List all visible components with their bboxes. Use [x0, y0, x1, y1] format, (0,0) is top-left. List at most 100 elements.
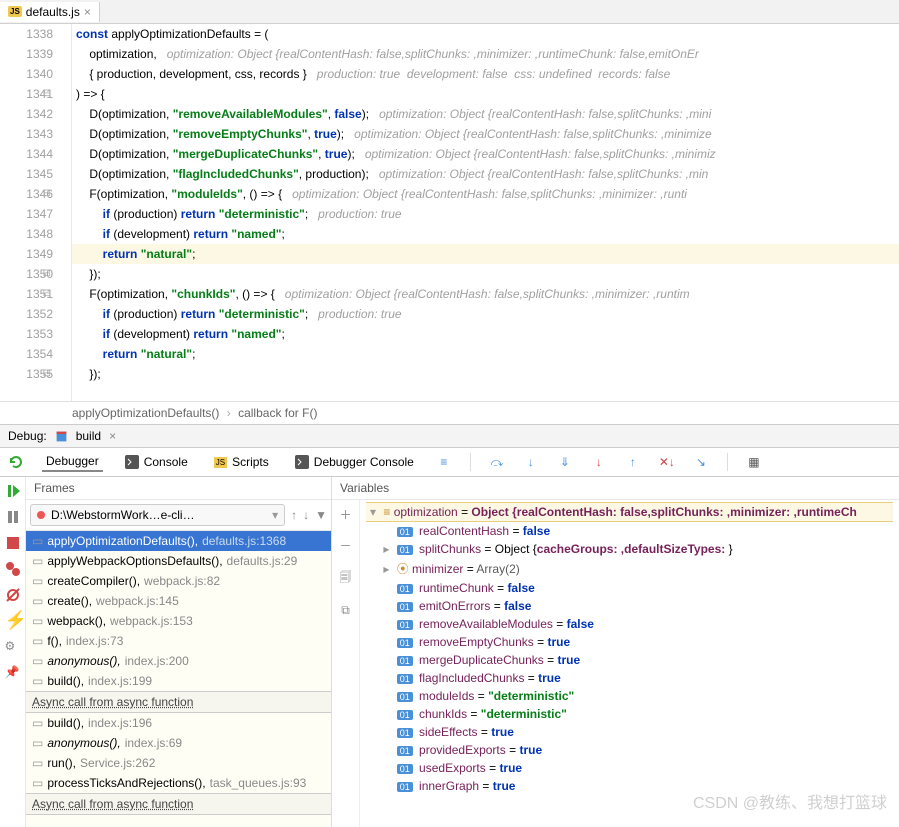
code-line[interactable]: D(optimization, "removeAvailableModules"… — [72, 104, 899, 124]
pause-on-exceptions-icon[interactable]: ⚡ — [5, 613, 21, 629]
smart-step-into-icon[interactable]: ↓ — [591, 454, 607, 470]
view-breakpoints-icon[interactable] — [5, 561, 21, 577]
code-line[interactable]: D(optimization, "mergeDuplicateChunks", … — [72, 144, 899, 164]
step-into-icon[interactable]: ↓ — [523, 454, 539, 470]
code-line[interactable]: if (development) return "named"; — [72, 324, 899, 344]
stop-icon[interactable] — [5, 535, 21, 551]
code-line[interactable]: if (production) return "deterministic"; … — [72, 304, 899, 324]
code-line[interactable]: D(optimization, "flagIncludedChunks", pr… — [72, 164, 899, 184]
fold-icon[interactable]: ⊟ — [43, 364, 51, 384]
breadcrumb[interactable]: applyOptimizationDefaults() › callback f… — [0, 401, 899, 425]
code-line[interactable]: return "natural"; — [72, 344, 899, 364]
run-to-cursor-icon[interactable]: ↘ — [693, 454, 709, 470]
variable-row[interactable]: ▸ 01 splitChunks = Object {cacheGroups: … — [366, 540, 893, 558]
stack-frame[interactable]: ▭anonymous(), index.js:200 — [26, 651, 331, 671]
step-over-icon[interactable]: ⤼ — [489, 454, 505, 470]
step-out-icon[interactable]: ↑ — [625, 454, 641, 470]
drop-frame-icon[interactable]: ✕↓ — [659, 454, 675, 470]
breadcrumb-a[interactable]: applyOptimizationDefaults() — [72, 406, 219, 420]
tab-scripts[interactable]: JS Scripts — [210, 453, 273, 471]
code-line[interactable]: ) => { — [72, 84, 899, 104]
add-watch-icon[interactable]: ＋ — [339, 506, 351, 523]
code-line[interactable]: F(optimization, "chunkIds", () => { opti… — [72, 284, 899, 304]
filter-icon[interactable]: ▼ — [315, 508, 327, 522]
remove-watch-icon[interactable]: － — [339, 537, 351, 554]
chevron-right-icon[interactable]: ▸ — [379, 542, 393, 556]
run-config-name[interactable]: build — [76, 429, 101, 443]
frames-list[interactable]: ▭applyOptimizationDefaults(), defaults.j… — [26, 531, 331, 827]
chevron-down-icon[interactable]: ▾ — [272, 508, 278, 522]
variable-row[interactable]: 01 removeEmptyChunks = true — [366, 633, 893, 651]
chevron-right-icon[interactable]: ▸ — [379, 562, 393, 576]
resume-icon[interactable] — [5, 483, 21, 499]
force-step-into-icon[interactable]: ⇓ — [557, 454, 573, 470]
variables-tree[interactable]: ▾ ≡ optimization = Object {realContentHa… — [360, 500, 899, 827]
code-line[interactable]: return "natural"; — [72, 244, 899, 264]
chevron-down-icon[interactable]: ▾ — [366, 505, 380, 519]
debug-label: Debug: — [8, 429, 47, 443]
copy-icon[interactable]: 🗐 — [340, 568, 352, 589]
variable-row[interactable]: 01 chunkIds = "deterministic" — [366, 705, 893, 723]
code-line[interactable]: if (production) return "deterministic"; … — [72, 204, 899, 224]
settings-icon[interactable]: ⚙ — [5, 639, 21, 655]
variable-row[interactable]: 01 sideEffects = true — [366, 723, 893, 741]
stack-frame[interactable]: ▭applyWebpackOptionsDefaults(), defaults… — [26, 551, 331, 571]
breadcrumb-b[interactable]: callback for F() — [238, 406, 317, 420]
variable-row[interactable]: 01 usedExports = true — [366, 759, 893, 777]
fold-icon[interactable]: ⊟ — [43, 184, 51, 204]
stack-frame[interactable]: ▭build(), index.js:196 — [26, 713, 331, 733]
code-line[interactable]: const applyOptimizationDefaults = ( — [72, 24, 899, 44]
frame-down-icon[interactable]: ↓ — [303, 508, 309, 522]
code-line[interactable]: }); — [72, 364, 899, 384]
stack-frame[interactable]: ▭run(), Service.js:262 — [26, 753, 331, 773]
stack-frame[interactable]: ▭f(), index.js:73 — [26, 631, 331, 651]
variable-row[interactable]: 01 flagIncludedChunks = true — [366, 669, 893, 687]
fold-icon[interactable]: ⊟ — [43, 284, 51, 304]
code-line[interactable]: F(optimization, "moduleIds", () => { opt… — [72, 184, 899, 204]
rerun-icon[interactable] — [8, 454, 24, 470]
variable-row[interactable]: 01 providedExports = true — [366, 741, 893, 759]
fold-icon[interactable]: ⊟ — [43, 264, 51, 284]
stack-frame[interactable]: ▭processTicksAndRejections(), task_queue… — [26, 773, 331, 793]
variable-row[interactable]: 01 removeAvailableModules = false — [366, 615, 893, 633]
tab-console[interactable]: Console — [121, 453, 192, 471]
variable-row[interactable]: 01 runtimeChunk = false — [366, 579, 893, 597]
debug-panels: ⚡ ⚙ 📌 Frames D:\WebstormWork…e-cli… ▾ ↑ … — [0, 477, 899, 827]
variable-row[interactable]: 01 realContentHash = false — [366, 522, 893, 540]
variable-row[interactable]: 01 moduleIds = "deterministic" — [366, 687, 893, 705]
mute-breakpoints-icon[interactable] — [5, 587, 21, 603]
code-area[interactable]: const applyOptimizationDefaults = ( opti… — [72, 24, 899, 401]
stack-frame[interactable]: ▭create(), webpack.js:145 — [26, 591, 331, 611]
evaluate-expression-icon[interactable]: ▦ — [746, 454, 762, 470]
variable-row[interactable]: 01 emitOnErrors = false — [366, 597, 893, 615]
close-icon[interactable]: × — [84, 5, 91, 19]
close-icon[interactable]: × — [109, 429, 116, 443]
stack-frame[interactable]: ▭webpack(), webpack.js:153 — [26, 611, 331, 631]
stack-frame[interactable]: ▭anonymous(), index.js:69 — [26, 733, 331, 753]
tab-debugger-console[interactable]: Debugger Console — [291, 453, 418, 471]
stack-frame[interactable]: ▭createCompiler(), webpack.js:82 — [26, 571, 331, 591]
variable-row[interactable]: 01 mergeDuplicateChunks = true — [366, 651, 893, 669]
code-line[interactable]: }); — [72, 264, 899, 284]
variable-row[interactable]: ▾ ≡ optimization = Object {realContentHa… — [366, 502, 893, 522]
code-line[interactable]: { production, development, css, records … — [72, 64, 899, 84]
code-editor[interactable]: 1338133913401341⊟13421343134413451346⊟13… — [0, 24, 899, 401]
pin-icon[interactable]: 📌 — [5, 665, 21, 681]
variable-row[interactable]: ▸ ⦿ minimizer = Array(2) — [366, 558, 893, 579]
thread-selector[interactable]: D:\WebstormWork…e-cli… ▾ — [30, 504, 285, 526]
file-tab[interactable]: JS defaults.js × — [0, 2, 100, 22]
pause-icon[interactable] — [5, 509, 21, 525]
code-line[interactable]: optimization, optimization: Object {real… — [72, 44, 899, 64]
frame-icon: ▭ — [32, 634, 43, 648]
frame-icon: ▭ — [32, 736, 43, 750]
show-execution-point-icon[interactable]: ≡ — [436, 454, 452, 470]
fold-icon[interactable]: ⊟ — [43, 84, 51, 104]
stack-frame[interactable]: ▭applyOptimizationDefaults(), defaults.j… — [26, 531, 331, 551]
stack-frame[interactable]: ▭build(), index.js:199 — [26, 671, 331, 691]
frame-up-icon[interactable]: ↑ — [291, 508, 297, 522]
tab-debugger[interactable]: Debugger — [42, 452, 103, 472]
code-line[interactable]: if (development) return "named"; — [72, 224, 899, 244]
code-line[interactable]: D(optimization, "removeEmptyChunks", tru… — [72, 124, 899, 144]
link-icon[interactable]: ⧉ — [341, 603, 350, 618]
variable-row[interactable]: 01 innerGraph = true — [366, 777, 893, 795]
